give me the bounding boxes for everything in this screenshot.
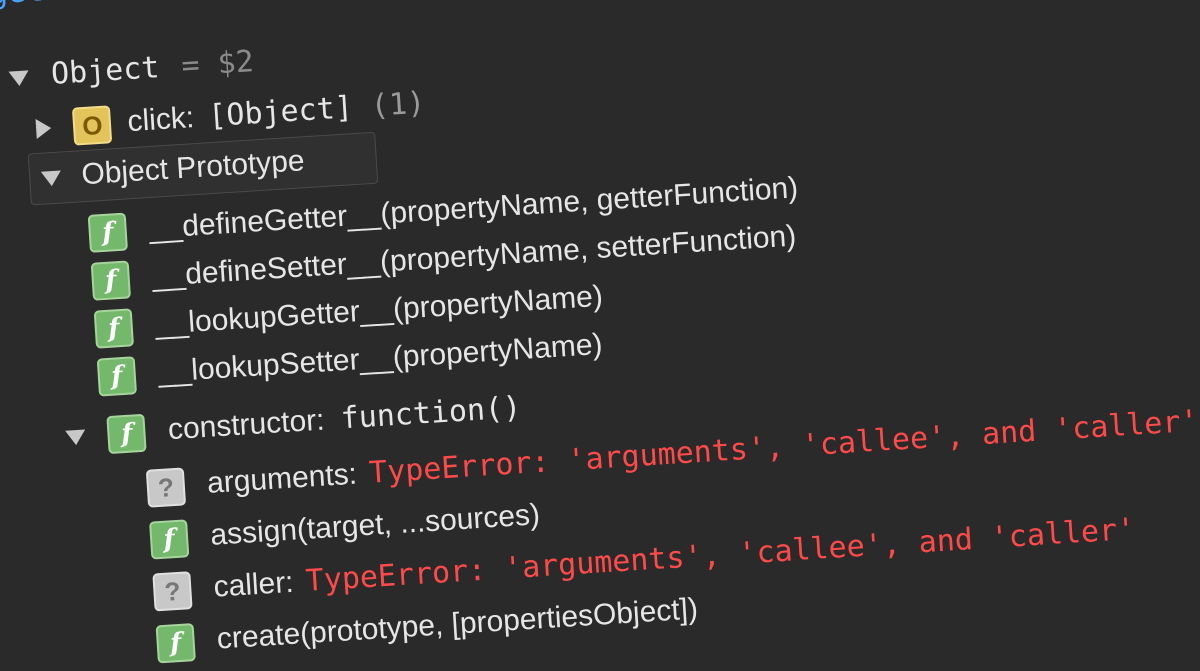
object-type-icon: O [72, 105, 113, 146]
property-name: click: [126, 101, 196, 139]
list-item[interactable]: f assign(target, ...sources) [149, 497, 541, 560]
console-output: getEventListeners($0) Object = $2 O clic… [0, 0, 1200, 664]
expand-triangle-icon[interactable] [8, 69, 30, 87]
unknown-type-icon: ? [152, 571, 193, 612]
property-count: (1) [369, 85, 427, 124]
expand-triangle-icon[interactable] [65, 429, 87, 446]
property-name: constructor: [166, 403, 326, 447]
function-icon: f [155, 623, 196, 664]
result-object-row[interactable]: Object = $2 [8, 44, 255, 94]
property-value: [Object] [207, 90, 354, 135]
function-icon: f [96, 356, 138, 397]
result-label: Object [50, 50, 161, 92]
expand-triangle-icon[interactable] [40, 170, 62, 187]
unknown-type-icon: ? [145, 467, 187, 508]
function-icon: f [93, 308, 135, 349]
function-icon: f [90, 260, 131, 301]
property-name: arguments: [206, 457, 358, 500]
property-value: function() [339, 390, 523, 437]
function-icon: f [149, 519, 190, 560]
constructor-row[interactable]: f constructor: function() [64, 390, 522, 457]
function-icon: f [106, 413, 147, 455]
method-signature: assign(target, ...sources) [209, 498, 541, 552]
console-command: getEventListeners($0) [0, 0, 369, 12]
function-icon: f [87, 212, 128, 253]
result-value: = $2 [180, 44, 255, 84]
property-name: caller: [212, 565, 295, 604]
collapse-triangle-icon[interactable] [35, 118, 52, 140]
